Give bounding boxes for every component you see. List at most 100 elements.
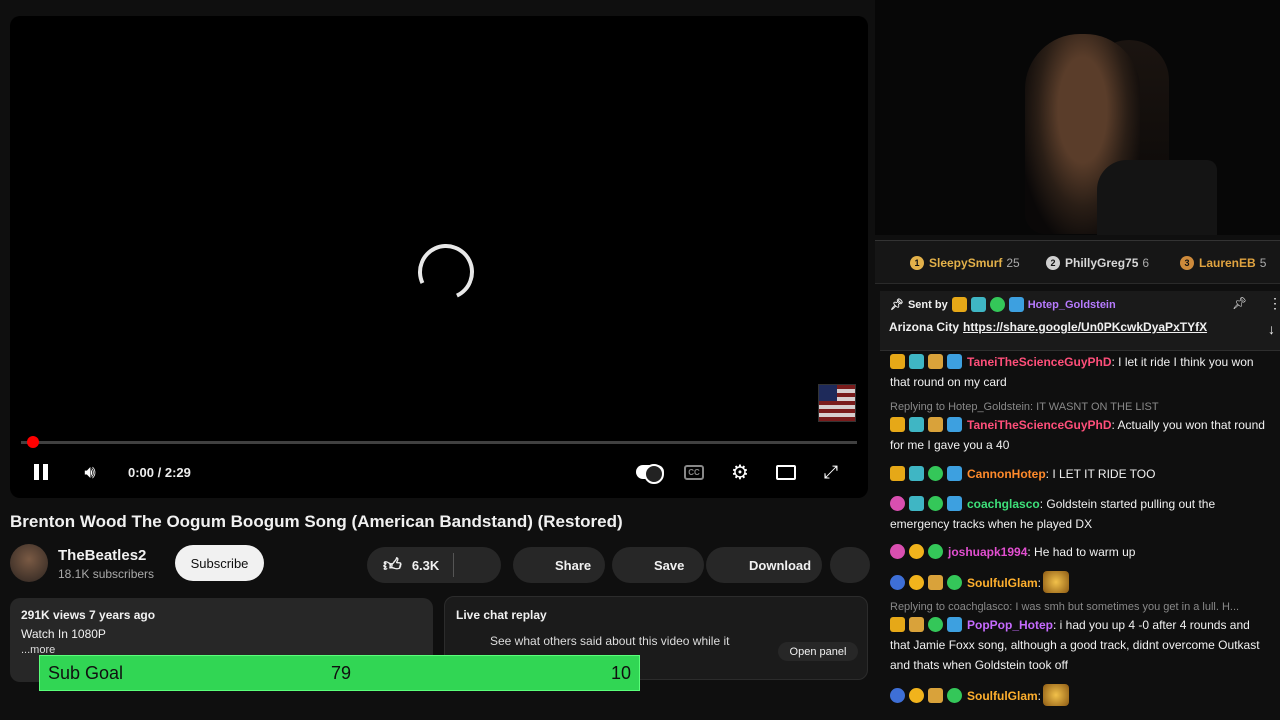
toggle-icon [636, 464, 664, 484]
pause-button[interactable] [30, 456, 52, 488]
sub-badge-icon [909, 466, 924, 481]
share-button[interactable]: Share [513, 547, 605, 583]
sub-goal-current: 79 [331, 662, 352, 683]
crown-badge-icon [890, 617, 905, 632]
pinned-username[interactable]: Hotep_Goldstein [1028, 299, 1116, 311]
pinned-message: 📌︎ Sent by Hotep_Goldstein Arizona City h… [880, 291, 1280, 351]
crown-badge-icon [890, 354, 905, 369]
top-donor-1[interactable]: 1 SleepySmurf 25 [910, 256, 1020, 270]
autoplay-toggle[interactable] [635, 456, 665, 488]
video-player[interactable]: 🔊︎ 0:00 / 2:29 CC ⚙ ⤢ [10, 16, 868, 498]
channel-avatar[interactable] [10, 544, 48, 582]
unpin-icon[interactable]: 📌︎ [1232, 296, 1247, 310]
channel-name[interactable]: TheBeatles2 [58, 547, 146, 564]
live-chat-replay-text: See what others said about this video wh… [490, 634, 730, 648]
chat-reply-context: Replying to coachglasco: I was smh but s… [890, 601, 1240, 613]
chat-message: coachglasco: Goldstein started pulling o… [890, 494, 1273, 534]
download-button[interactable]: Download [706, 547, 822, 583]
sub-goal-target: 10 [610, 662, 631, 683]
sub-gift-badge-icon [928, 466, 943, 481]
gift-badge-icon [909, 617, 924, 632]
chat-text: : [1037, 576, 1042, 590]
sparkle-badge-icon [989, 297, 1005, 312]
top-donor-2[interactable]: 2 PhillyGreg75 6 [1046, 256, 1149, 270]
chat-message: joshuapk1994: He had to warm up [890, 542, 1273, 562]
like-divider [453, 553, 455, 577]
prime-badge-icon [947, 617, 962, 632]
sub-gift-badge-icon [928, 544, 943, 559]
progress-bar[interactable] [21, 436, 857, 448]
pinned-link[interactable]: https://share.google/Un0PKcwkDyaPxTYfX [963, 320, 1207, 334]
bits-badge-icon [890, 575, 905, 590]
chat-username[interactable]: joshuapk1994 [948, 545, 1027, 559]
fullscreen-icon[interactable]: ⤢ [820, 456, 842, 488]
sparkle-badge-icon [947, 688, 962, 703]
captions-button[interactable]: CC [683, 456, 705, 488]
gold-badge-icon [909, 575, 924, 590]
webcam-microphone [1097, 160, 1217, 235]
theater-mode-button[interactable] [775, 456, 797, 488]
top-donors-bar: 1 SleepySmurf 25 2 PhillyGreg75 6 3 Laur… [875, 240, 1280, 284]
chat-username[interactable]: TaneiTheScienceGuyPhD [967, 418, 1112, 432]
donor-amount: 5 [1259, 256, 1267, 270]
sub-goal-bar: Sub Goal 79 10 [39, 655, 640, 691]
gift-badge-icon [928, 575, 943, 590]
chat-message: SoulfulGlam: [890, 684, 1273, 706]
donor-name: SleepySmurf [929, 256, 1003, 270]
like-button[interactable]: 👍︎ 6.3K [367, 547, 501, 583]
donor-amount: 25 [1006, 256, 1020, 270]
gift-badge-icon [928, 417, 943, 432]
app-root: 🔊︎ 0:00 / 2:29 CC ⚙ ⤢ Brenton Wood The O… [0, 0, 1280, 720]
save-button[interactable]: Save [612, 547, 704, 583]
sent-by-label: Sent by [907, 298, 948, 311]
chat-username[interactable]: PopPop_Hotep [967, 618, 1053, 632]
chat-username[interactable]: coachglasco [967, 497, 1040, 511]
settings-gear-icon[interactable]: ⚙ [728, 456, 752, 488]
description-text: Watch In 1080P [21, 627, 106, 641]
pinned-text: Arizona City https://share.google/Un0PKcw… [889, 320, 1207, 334]
chat-list: TaneiTheScienceGuyPhD: I let it ride I t… [875, 352, 1280, 720]
emote-icon [1043, 571, 1070, 593]
channel-watermark[interactable] [818, 384, 856, 422]
pinned-message-text: Arizona City [889, 320, 960, 334]
open-panel-button[interactable]: Open panel [778, 642, 858, 661]
volume-icon[interactable]: 🔊︎ [76, 456, 104, 488]
collapse-arrow-icon[interactable]: ↓ [1268, 321, 1275, 337]
view-stats: 291K views 7 years ago [21, 608, 156, 622]
sub-goal-label: Sub Goal [48, 662, 124, 683]
crown-badge-icon [890, 466, 905, 481]
more-actions-button[interactable] [830, 547, 870, 583]
top-donor-3[interactable]: 3 LaurenEB 5 [1180, 256, 1266, 270]
chat-username[interactable]: SoulfulGlam [967, 689, 1038, 703]
more-options-icon[interactable]: ⋮ [1268, 295, 1280, 312]
chat-message: CannonHotep: I LET IT RIDE TOO [890, 464, 1273, 484]
prime-badge-icon [947, 466, 962, 481]
bits-badge-icon [890, 496, 905, 511]
chat-message: SoulfulGlam: [890, 571, 1273, 593]
prime-badge-icon [947, 417, 962, 432]
rank-medal-icon: 2 [1046, 256, 1060, 270]
chat-username[interactable]: TaneiTheScienceGuyPhD [967, 355, 1112, 369]
rank-medal-icon: 1 [910, 256, 924, 270]
cc-icon: CC [684, 464, 704, 480]
pinned-sender-line: 📌︎ Sent by Hotep_Goldstein [890, 297, 1116, 312]
crown-badge-icon [951, 297, 967, 312]
gift-badge-icon [928, 688, 943, 703]
sub-badge-icon [970, 297, 986, 312]
theater-icon [776, 464, 796, 480]
donor-amount: 6 [1142, 256, 1150, 270]
bits-badge-icon [890, 544, 905, 559]
chat-username[interactable]: CannonHotep [967, 467, 1046, 481]
webcam-feed [875, 0, 1280, 235]
chat-message: PopPop_Hotep: i had you up 4 -0 after 4 … [890, 615, 1273, 675]
subscribe-button[interactable]: Subscribe [175, 545, 264, 581]
chat-text: : I LET IT RIDE TOO [1045, 467, 1156, 481]
prime-badge-icon [947, 354, 962, 369]
prime-badge-icon [1008, 297, 1024, 312]
gold-badge-icon [909, 544, 924, 559]
scrubber-handle[interactable] [27, 436, 39, 448]
prime-badge-icon [947, 496, 962, 511]
chat-message: TaneiTheScienceGuyPhD: I let it ride I t… [890, 352, 1273, 392]
channel-subscriber-count: 18.1K subscribers [58, 567, 155, 581]
chat-username[interactable]: SoulfulGlam [967, 576, 1038, 590]
